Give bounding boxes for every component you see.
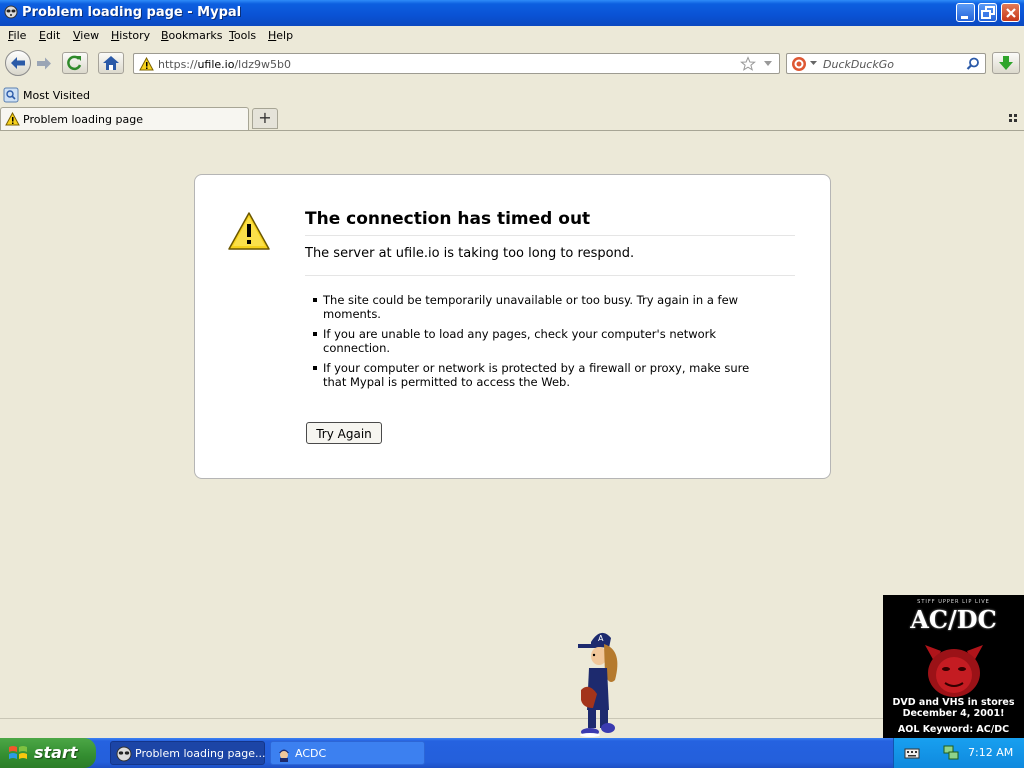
url-path: /ldz9w5b0 [234,58,291,71]
window-title: Problem loading page - Mypal [22,5,242,20]
back-button[interactable] [5,50,31,76]
status-divider [0,718,1024,719]
search-icon[interactable] [966,57,980,71]
home-button[interactable] [98,52,124,74]
downloads-button[interactable] [992,52,1020,74]
search-bar[interactable]: DuckDuckGo [786,53,986,74]
menu-file[interactable]: File [8,29,26,42]
warning-tab-icon [5,112,20,126]
url-prefix: https:// [158,58,198,71]
title-bar: Problem loading page - Mypal [0,0,1024,26]
tab-label: Problem loading page [23,113,143,126]
reload-button[interactable] [62,52,88,74]
acdc-taskbar-icon [276,746,292,765]
menu-edit[interactable]: Edit [39,29,60,42]
clock[interactable]: 7:12 AM [968,746,1013,759]
mypal-app-icon [4,5,18,19]
taskbar-item-acdc[interactable]: ACDC [270,741,425,765]
ad-text-line: December 4, 2001! [902,708,1005,719]
taskbar-item-label: ACDC [295,747,327,760]
bookmarks-toolbar: Most Visited [0,85,1024,105]
close-button[interactable] [1001,3,1020,22]
duckduckgo-icon[interactable] [791,56,807,72]
forward-arrow-icon [37,57,51,70]
taskbar-item-browser[interactable]: Problem loading page... [110,741,265,765]
ad-keyword: AOL Keyword: AC/DC [897,724,1010,735]
dropdown-arrow-icon[interactable] [763,60,773,68]
url-host: ufile.io [197,58,235,71]
acdc-ad-banner[interactable]: STIFF UPPER LIP LIVE AC/DC DVD and VHS i… [883,595,1024,738]
back-arrow-icon [11,57,25,69]
system-tray: 7:12 AM [893,738,1024,768]
svg-text:A: A [598,634,604,643]
new-tab-button[interactable]: + [252,108,278,129]
home-icon [103,56,119,70]
windows-flag-icon [8,744,28,765]
forward-button[interactable] [33,54,55,73]
url-bar[interactable]: https://ufile.io/ldz9w5b0 [133,53,780,74]
try-again-button[interactable]: Try Again [306,422,382,444]
taskbar: start Problem loading page... ACDC 7:12 … [0,738,1024,768]
url-text[interactable]: https://ufile.io/ldz9w5b0 [158,58,291,71]
warning-identity-icon[interactable] [139,57,154,71]
tab-problem-loading[interactable]: Problem loading page [0,107,249,130]
menu-help[interactable]: Help [268,29,293,42]
devil-face-image [925,645,983,697]
mypal-taskbar-icon [116,746,132,765]
menu-tools[interactable]: Tools [229,29,256,42]
bookmark-star-icon[interactable] [740,56,756,72]
menu-bar: File Edit View History Bookmarks Tools H… [0,26,1024,46]
start-button[interactable]: start [0,738,96,768]
ad-text-line: DVD and VHS in stores [892,697,1015,708]
error-suggestion-item: If you are unable to load any pages, che… [313,327,773,355]
menu-view[interactable]: View [73,29,99,42]
error-suggestion-item: The site could be temporarily unavailabl… [313,293,773,321]
tab-strip: Problem loading page + [0,106,1024,131]
error-suggestions-list: The site could be temporarily unavailabl… [313,293,773,395]
search-input[interactable]: DuckDuckGo [823,58,894,71]
search-engine-dropdown-icon[interactable] [810,61,817,66]
error-page-container: The connection has timed out The server … [194,174,831,479]
reload-icon [67,55,82,71]
acdc-logo: AC/DC [910,605,997,634]
network-icon[interactable] [942,744,960,765]
taskbar-item-label: Problem loading page... [135,747,266,760]
most-visited-icon [3,87,19,103]
menu-bookmarks[interactable]: Bookmarks [161,29,222,42]
restore-button[interactable] [978,3,997,22]
tab-list-icon[interactable] [1008,113,1018,126]
start-label: start [34,743,78,762]
error-short-description: The server at ufile.io is taking too lon… [305,246,795,276]
error-title: The connection has timed out [305,209,795,236]
animated-character-image: A [571,624,627,743]
menu-history[interactable]: History [111,29,150,42]
error-suggestion-item: If your computer or network is protected… [313,361,773,389]
warning-icon [227,211,271,254]
most-visited-label: Most Visited [23,89,90,102]
most-visited-folder[interactable]: Most Visited [3,87,90,106]
keyboard-icon[interactable] [904,746,920,763]
minimize-button[interactable] [956,3,975,22]
download-arrow-icon [999,56,1013,70]
navigation-toolbar: https://ufile.io/ldz9w5b0 DuckDuckGo [0,46,1024,84]
